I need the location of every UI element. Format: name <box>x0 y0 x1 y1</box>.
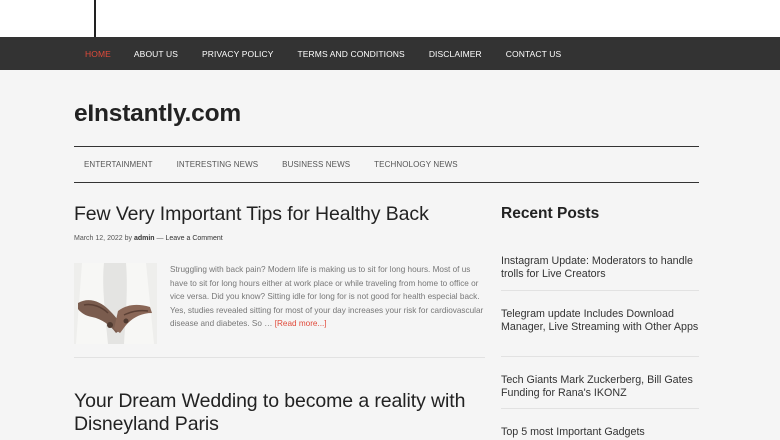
nav-item-disclaimer[interactable]: DISCLAIMER <box>429 49 482 59</box>
header-divider-line <box>94 0 96 37</box>
recent-post-link[interactable]: Top 5 most Important Gadgets <box>501 426 699 439</box>
subnav-item-interesting-news[interactable]: INTERESTING NEWS <box>177 160 259 169</box>
subnav-item-business-news[interactable]: BUSINESS NEWS <box>282 160 350 169</box>
nav-item-home[interactable]: HOME <box>73 49 111 59</box>
subnav-item-entertainment[interactable]: ENTERTAINMENT <box>84 160 153 169</box>
post-title-2[interactable]: Your Dream Wedding to become a reality w… <box>74 390 494 436</box>
top-header-strip <box>0 0 780 37</box>
recent-post-link[interactable]: Telegram update Includes Download Manage… <box>501 308 699 335</box>
recent-post-divider <box>501 290 699 291</box>
primary-nav: HOME ABOUT US PRIVACY POLICY TERMS AND C… <box>0 37 780 70</box>
post-divider <box>74 357 485 358</box>
post-excerpt: Struggling with back pain? Modern life i… <box>170 263 488 331</box>
recent-post-divider <box>501 356 699 357</box>
post-author-link[interactable]: admin <box>134 235 155 242</box>
subnav-item-technology-news[interactable]: TECHNOLOGY NEWS <box>374 160 458 169</box>
nav-item-privacy-policy[interactable]: PRIVACY POLICY <box>202 49 273 59</box>
recent-post-link[interactable]: Tech Giants Mark Zuckerberg, Bill Gates … <box>501 374 699 401</box>
nav-item-contact-us[interactable]: CONTACT US <box>506 49 561 59</box>
meta-dash: — <box>156 235 164 242</box>
secondary-nav: ENTERTAINMENT INTERESTING NEWS BUSINESS … <box>74 146 699 183</box>
back-pain-photo <box>74 263 157 344</box>
read-more-link[interactable]: [Read more...] <box>275 319 327 328</box>
post-meta: March 12, 2022 by admin — Leave a Commen… <box>74 235 223 242</box>
nav-item-terms-and-conditions[interactable]: TERMS AND CONDITIONS <box>298 49 405 59</box>
post-thumbnail[interactable] <box>74 263 157 344</box>
recent-post-link[interactable]: Instagram Update: Moderators to handle t… <box>501 255 699 282</box>
post-title[interactable]: Few Very Important Tips for Healthy Back <box>74 203 494 226</box>
post-date: March 12, 2022 <box>74 235 123 242</box>
recent-posts-heading: Recent Posts <box>501 205 600 222</box>
nav-item-about-us[interactable]: ABOUT US <box>134 49 178 59</box>
post-excerpt-text: Struggling with back pain? Modern life i… <box>170 265 484 329</box>
site-title[interactable]: eInstantly.com <box>74 100 241 128</box>
post-by: by <box>124 235 133 242</box>
leave-comment-link[interactable]: Leave a Comment <box>166 235 223 242</box>
recent-post-divider <box>501 408 699 409</box>
